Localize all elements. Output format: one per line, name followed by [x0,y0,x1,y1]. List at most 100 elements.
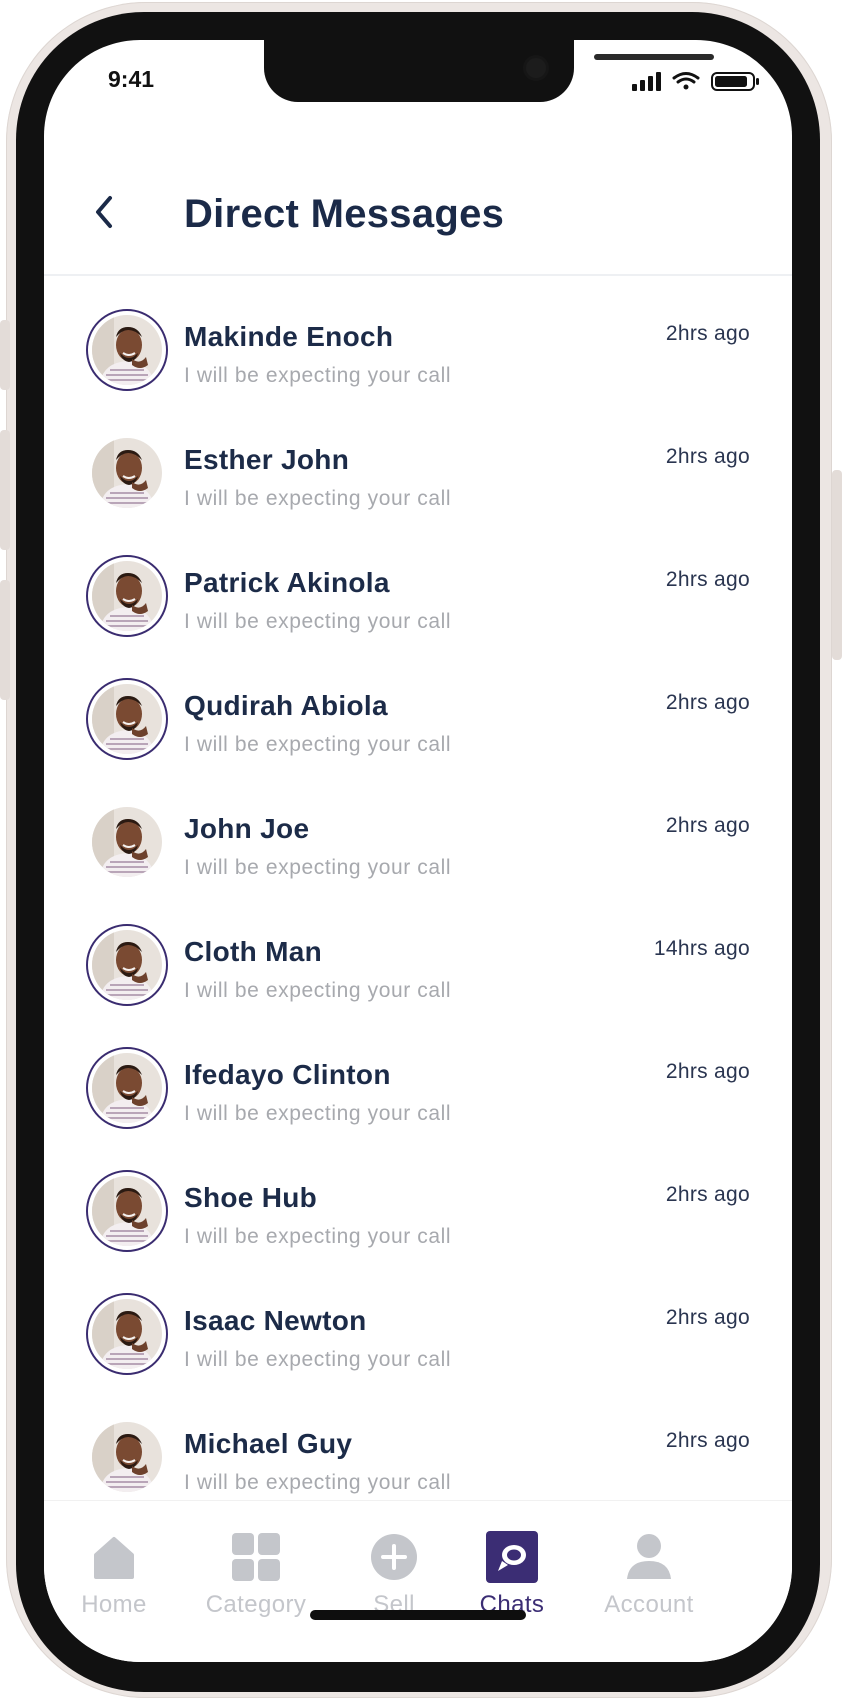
avatar-image [92,1053,162,1123]
phone-screen: 9:41 Direct Messages Makinde Enoch I will… [44,40,792,1662]
avatar-image [92,315,162,385]
notch [264,40,714,102]
message-time: 14hrs ago [653,937,750,960]
avatar [86,309,168,391]
message-time: 2hrs ago [665,1429,750,1452]
avatar-photo [92,438,162,508]
app-header: Direct Messages [44,132,792,276]
conversation-item[interactable]: Ifedayo Clinton I will be expecting your … [44,1014,792,1137]
contact-name: Michael Guy [184,1428,353,1459]
avatar-photo [92,807,162,877]
front-camera [526,58,546,78]
conversation-list: Makinde Enoch I will be expecting your ca… [44,276,792,1506]
tab-category[interactable]: Category [191,1511,321,1621]
contact-name: Cloth Man [184,936,323,967]
message-preview: I will be expecting your call [184,1348,452,1371]
conversation-item[interactable]: Isaac Newton I will be expecting your cal… [44,1260,792,1383]
side-button-volume-up [0,430,10,550]
message-preview: I will be expecting your call [184,856,452,879]
status-icons [632,72,759,91]
avatar-image [92,1422,162,1492]
message-time: 2hrs ago [665,814,750,837]
avatar-photo [92,684,162,754]
message-preview: I will be expecting your call [184,487,452,510]
side-button-silent [0,320,10,390]
wifi-icon [672,72,700,90]
avatar-photo [92,930,162,1000]
message-time: 2hrs ago [665,1060,750,1083]
avatar [86,801,168,883]
page-title: Direct Messages [184,192,505,236]
cellular-signal-icon [632,72,661,91]
avatar-photo [92,1299,162,1369]
conversation-item[interactable]: Makinde Enoch I will be expecting your ca… [44,276,792,399]
message-preview: I will be expecting your call [184,1225,452,1248]
contact-name: Makinde Enoch [184,321,394,352]
tab-chats[interactable]: Chats [447,1511,577,1621]
avatar-image [92,807,162,877]
avatar [86,1047,168,1129]
avatar-image [92,1299,162,1369]
message-time: 2hrs ago [665,322,750,345]
tab-label: Account [604,1591,694,1618]
conversation-item[interactable]: Michael Guy I will be expecting your call… [44,1383,792,1506]
conversation-item[interactable]: Esther John I will be expecting your call… [44,399,792,522]
avatar-image [92,561,162,631]
contact-name: Qudirah Abiola [184,690,388,721]
contact-name: Patrick Akinola [184,567,390,598]
status-time: 9:41 [108,66,155,92]
conversation-item[interactable]: Patrick Akinola I will be expecting your … [44,522,792,645]
message-preview: I will be expecting your call [184,610,452,633]
plus-circle-icon [368,1531,420,1583]
back-chevron-icon[interactable] [88,192,120,232]
avatar-photo [92,1176,162,1246]
avatar [86,1293,168,1375]
message-time: 2hrs ago [665,1183,750,1206]
conversation-item[interactable]: John Joe I will be expecting your call 2hr… [44,768,792,891]
speaker [594,54,714,60]
message-preview: I will be expecting your call [184,733,452,756]
message-preview: I will be expecting your call [184,364,452,387]
avatar-photo [92,1053,162,1123]
grid-icon [230,1531,282,1583]
contact-name: Esther John [184,444,350,475]
tab-account[interactable]: Account [584,1511,714,1621]
conversation-item[interactable]: Shoe Hub I will be expecting your call 2hr… [44,1137,792,1260]
conversation-item[interactable]: Cloth Man I will be expecting your call 14… [44,891,792,1014]
chat-icon [486,1531,538,1583]
home-icon [88,1531,140,1583]
avatar-image [92,684,162,754]
message-time: 2hrs ago [665,568,750,591]
tab-sell[interactable]: Sell [329,1511,459,1621]
avatar [86,678,168,760]
user-icon [623,1531,675,1583]
conversation-item[interactable]: Qudirah Abiola I will be expecting your c… [44,645,792,768]
avatar [86,924,168,1006]
contact-name: Shoe Hub [184,1182,318,1213]
avatar-photo [92,1422,162,1492]
tab-label: Home [81,1591,147,1618]
avatar [86,432,168,514]
message-time: 2hrs ago [665,1306,750,1329]
avatar-photo [92,315,162,385]
message-preview: I will be expecting your call [184,1102,452,1125]
message-preview: I will be expecting your call [184,979,452,1002]
battery-icon [711,72,759,91]
contact-name: Isaac Newton [184,1305,367,1336]
contact-name: Ifedayo Clinton [184,1059,391,1090]
side-button-power [832,470,842,660]
message-time: 2hrs ago [665,445,750,468]
tab-label: Category [205,1591,307,1618]
tab-home[interactable]: Home [49,1511,179,1621]
avatar-photo [92,561,162,631]
avatar-image [92,930,162,1000]
side-button-volume-down [0,580,10,700]
bottom-tab-bar: Home Category Sell Chats Account [44,1500,792,1662]
avatar [86,555,168,637]
contact-name: John Joe [184,813,310,844]
avatar-image [92,1176,162,1246]
avatar [86,1170,168,1252]
home-indicator [310,1610,526,1620]
avatar [86,1416,168,1498]
message-time: 2hrs ago [665,691,750,714]
